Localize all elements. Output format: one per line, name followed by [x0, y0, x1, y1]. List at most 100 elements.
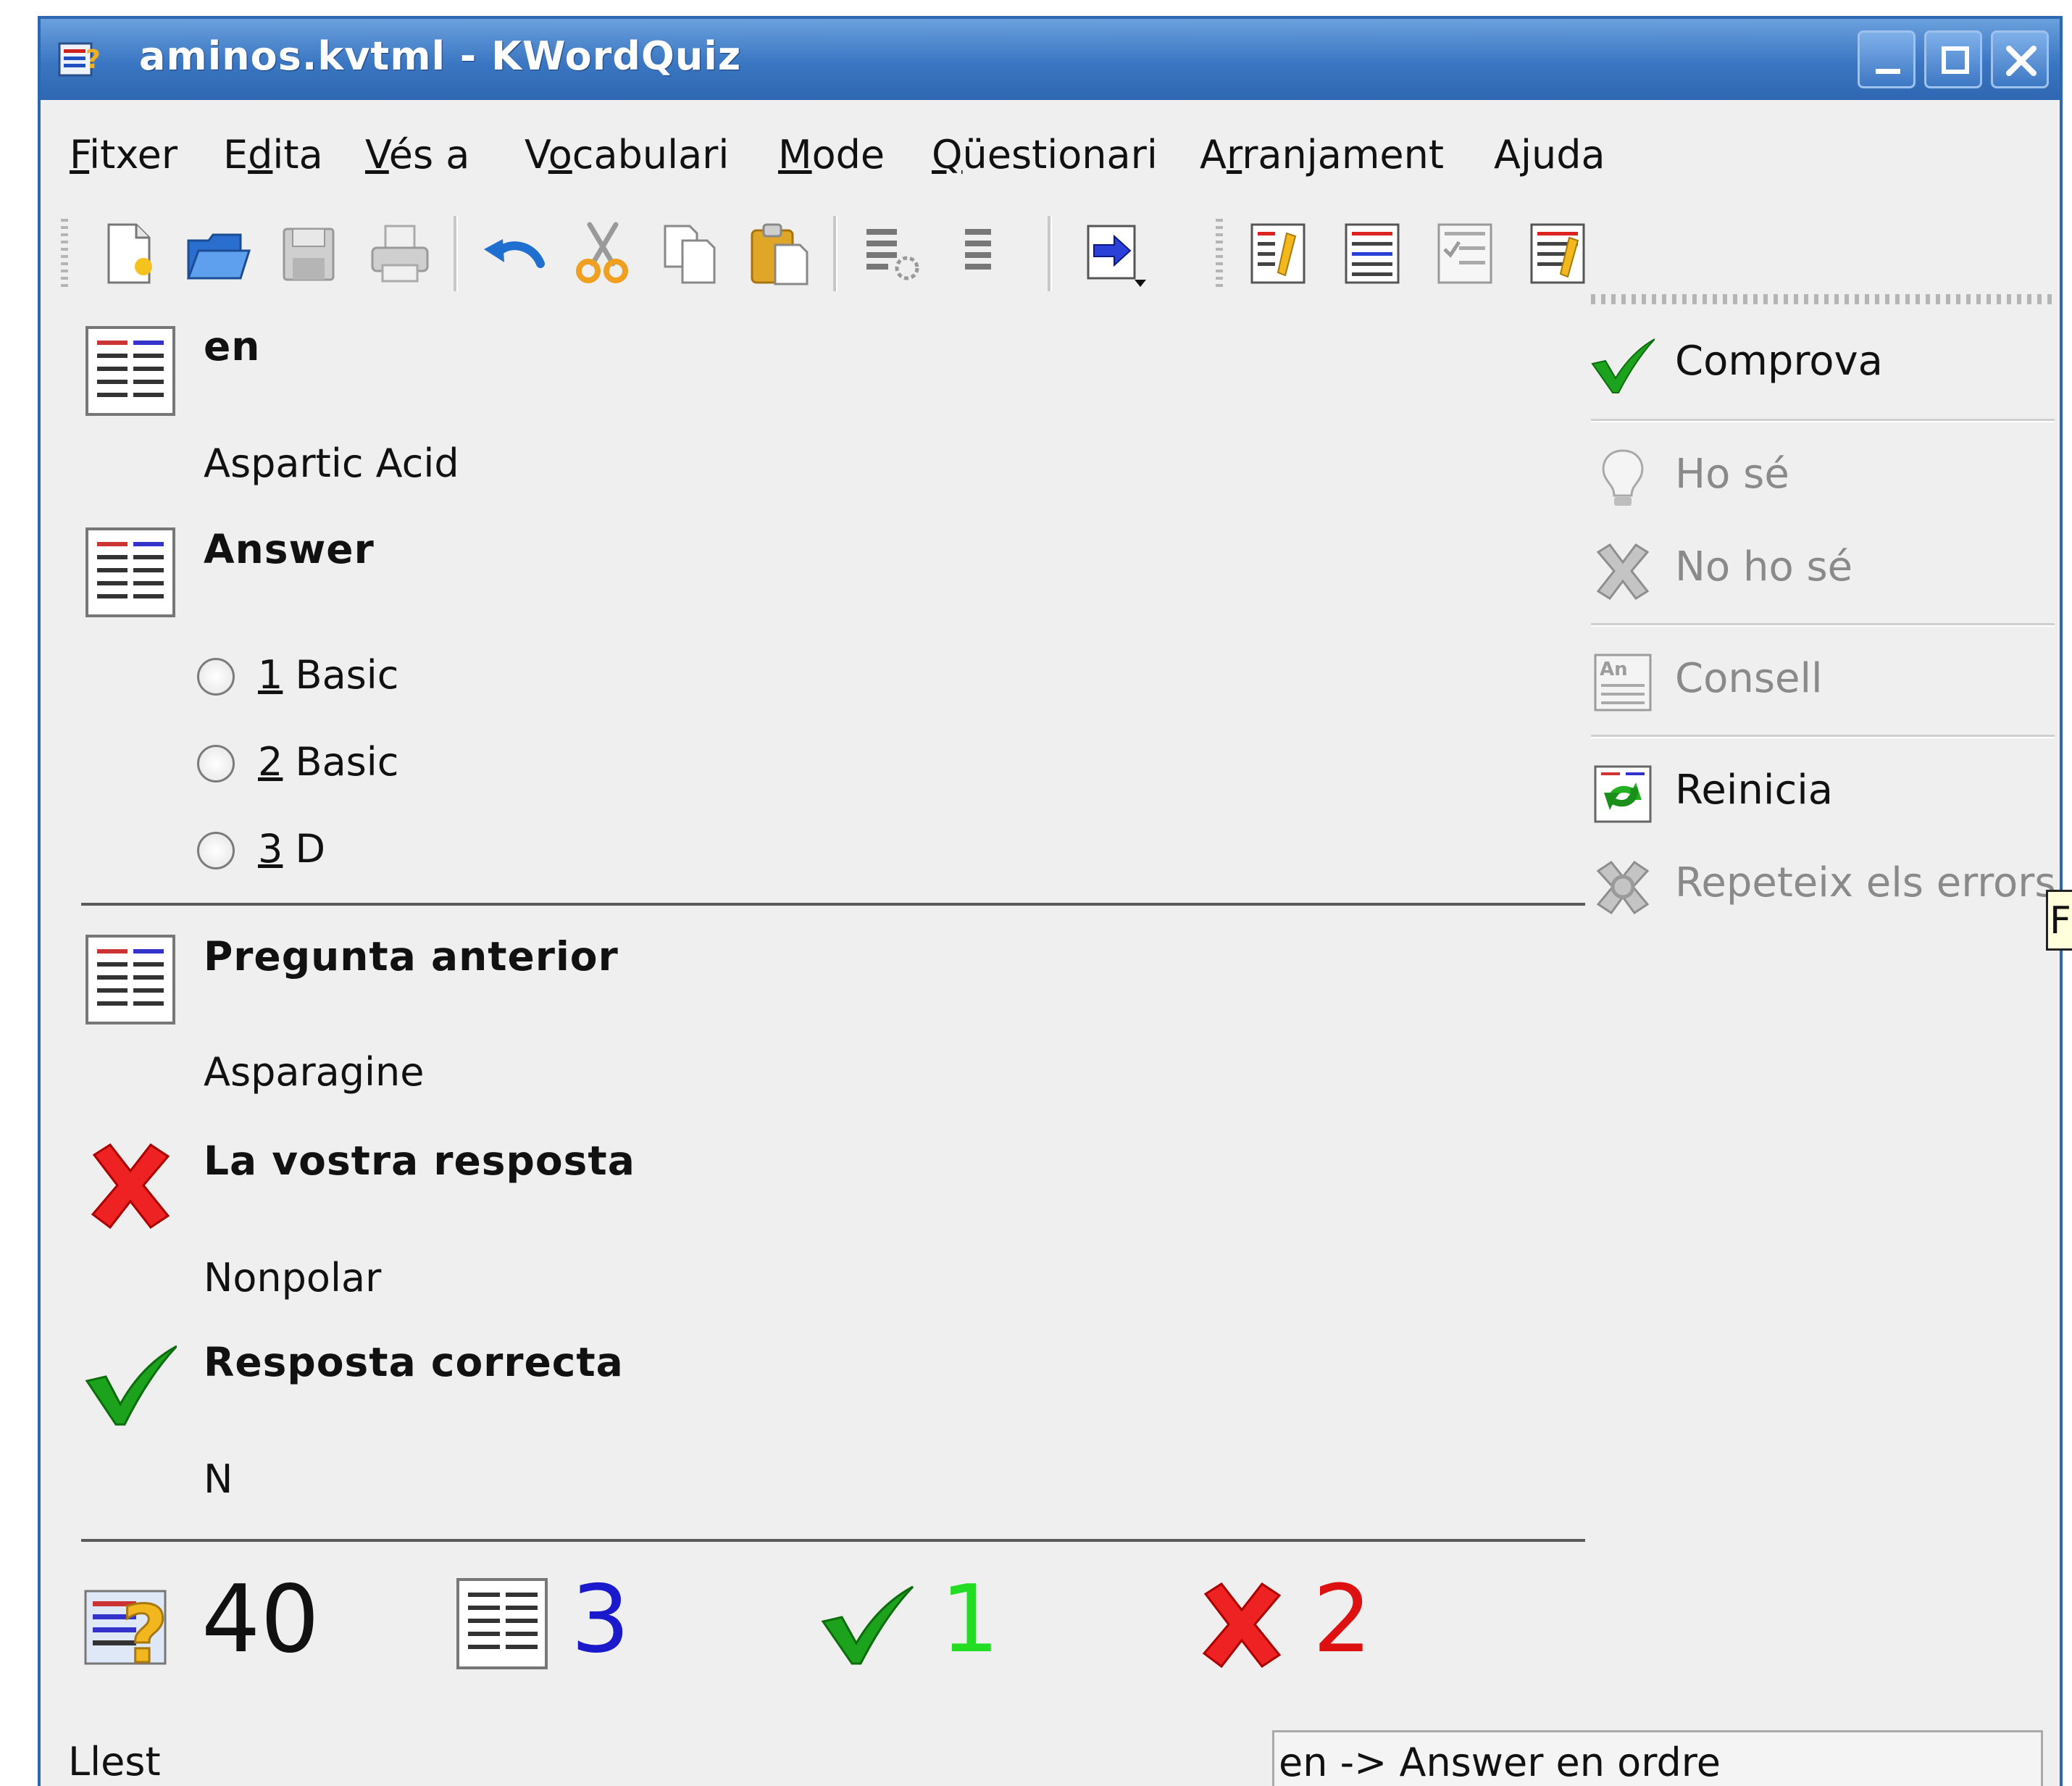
total-questions-icon: ?	[83, 1577, 177, 1671]
actions-panel-grip[interactable]	[1591, 294, 2055, 304]
answer-language-label: Answer	[204, 526, 375, 572]
open-folder-icon	[186, 233, 251, 280]
previous-question-value: Asparagine	[204, 1049, 425, 1095]
check-icon	[1591, 333, 1655, 397]
menu-edita[interactable]: Edita	[223, 132, 323, 178]
new-file-button[interactable]	[94, 219, 164, 288]
dont-know-button[interactable]: No ho sé	[1591, 533, 2055, 606]
new-file-icon	[107, 223, 152, 284]
your-answer-label: La vostra resposta	[204, 1138, 635, 1184]
paste-icon	[751, 223, 809, 285]
error-count: 2	[1313, 1566, 1372, 1674]
your-answer-value: Nonpolar	[204, 1255, 382, 1301]
know-label: Ho sé	[1675, 451, 1789, 498]
app-window: ? aminos.kvtml - KWordQuiz Fitxer Edita …	[38, 16, 2063, 1786]
undo-icon	[484, 239, 545, 268]
menu-ajuda[interactable]: Ajuda	[1494, 132, 1605, 178]
hint-label: Consell	[1675, 655, 1823, 702]
radio-button[interactable]	[197, 658, 235, 696]
correct-answer-value: N	[204, 1456, 233, 1502]
cut-button[interactable]	[568, 219, 638, 288]
tooltip: F	[2046, 890, 2072, 951]
window-title: aminos.kvtml - KWordQuiz	[139, 33, 742, 79]
remaining-questions-count: 3	[571, 1566, 630, 1674]
title-bar[interactable]: ? aminos.kvtml - KWordQuiz	[41, 19, 2060, 100]
print-icon	[371, 225, 429, 283]
question-language-label: en	[204, 323, 261, 370]
radio-button[interactable]	[197, 745, 235, 783]
qa-icon	[1345, 223, 1400, 284]
correct-answer-icon	[84, 1339, 177, 1432]
menu-ves-a[interactable]: Vés a	[365, 132, 469, 178]
delete-row-button[interactable]	[943, 219, 1013, 288]
correct-count: 1	[940, 1566, 1000, 1674]
toolbar-grip[interactable]	[1216, 219, 1223, 291]
mode-icon	[1087, 225, 1146, 287]
insert-row-button[interactable]	[856, 219, 926, 288]
toolbar-grip[interactable]	[61, 219, 68, 291]
answer-language-icon	[84, 526, 177, 619]
restart-label: Reinicia	[1675, 767, 1834, 814]
toolbar-separator	[454, 216, 458, 291]
paste-button[interactable]	[745, 219, 814, 288]
restart-button[interactable]: Reinicia	[1591, 756, 2055, 829]
menu-fitxer[interactable]: Fitxer	[70, 132, 177, 178]
radio-button[interactable]	[197, 832, 235, 869]
save-icon	[283, 228, 335, 281]
hint-icon: An	[1591, 651, 1655, 714]
quiz-mode-text: en -> Answer en ordre	[1279, 1740, 1721, 1785]
check-label: Comprova	[1675, 338, 1883, 385]
repeat-errors-button[interactable]: Repeteix els errors	[1591, 849, 2056, 922]
know-button[interactable]: Ho sé	[1591, 441, 2055, 513]
repeat-errors-icon	[1591, 855, 1655, 919]
close-icon	[2006, 46, 2037, 76]
flashcard-button[interactable]	[1523, 219, 1592, 288]
menu-questionari[interactable]: Qüestionari	[932, 132, 1158, 178]
minimize-icon	[1876, 69, 1900, 74]
error-count-icon	[1195, 1577, 1290, 1671]
minimize-button[interactable]	[1858, 30, 1916, 88]
tooltip-text: F	[2050, 899, 2071, 943]
lightbulb-icon	[1591, 446, 1655, 510]
cut-icon	[576, 222, 628, 283]
section-divider	[81, 903, 1585, 906]
repeat-errors-label: Repeteix els errors	[1675, 859, 2056, 906]
flashcard-icon	[1530, 223, 1585, 284]
quiz-mode-status: en -> Answer en ordre	[1272, 1730, 2043, 1786]
wrong-answer-icon	[84, 1139, 177, 1232]
actions-separator	[1591, 735, 2055, 738]
question-text: Aspartic Acid	[204, 441, 459, 486]
menu-mode[interactable]: Mode	[778, 132, 885, 178]
svg-text:?: ?	[85, 45, 101, 75]
menu-vocabulari[interactable]: Vocabulari	[525, 132, 729, 178]
copy-button[interactable]	[655, 219, 724, 288]
dont-know-label: No ho sé	[1675, 543, 1853, 591]
status-message: Llest	[68, 1739, 161, 1785]
undo-button[interactable]	[478, 219, 548, 288]
close-button[interactable]	[1991, 30, 2049, 88]
menu-arranjament[interactable]: Arranjament	[1200, 132, 1444, 178]
editor-icon	[1250, 223, 1306, 284]
print-button[interactable]	[365, 219, 435, 288]
save-button[interactable]	[274, 219, 343, 288]
menu-bar: Fitxer Edita Vés a Vocabulari Mode Qüest…	[41, 100, 2060, 185]
insert-row-icon	[866, 229, 919, 280]
open-button[interactable]	[183, 219, 252, 288]
hint-button[interactable]: An Consell	[1591, 645, 2055, 717]
total-questions-count: 40	[201, 1566, 319, 1674]
kwordquiz-app-icon: ?	[58, 39, 103, 80]
actions-separator	[1591, 623, 2055, 627]
previous-question-label: Pregunta anterior	[204, 933, 619, 980]
svg-text:?: ?	[122, 1588, 168, 1671]
mode-button[interactable]	[1078, 219, 1148, 288]
restart-icon	[1591, 762, 1655, 826]
previous-question-icon	[84, 933, 177, 1026]
qa-button[interactable]	[1337, 219, 1407, 288]
maximize-icon	[1942, 46, 1969, 74]
copy-icon	[664, 225, 716, 284]
check-button[interactable]: Comprova	[1591, 327, 2055, 400]
toolbar-separator	[1048, 216, 1052, 291]
maximize-button[interactable]	[1924, 30, 1982, 88]
multiple-choice-button[interactable]	[1430, 219, 1500, 288]
editor-button[interactable]	[1243, 219, 1313, 288]
